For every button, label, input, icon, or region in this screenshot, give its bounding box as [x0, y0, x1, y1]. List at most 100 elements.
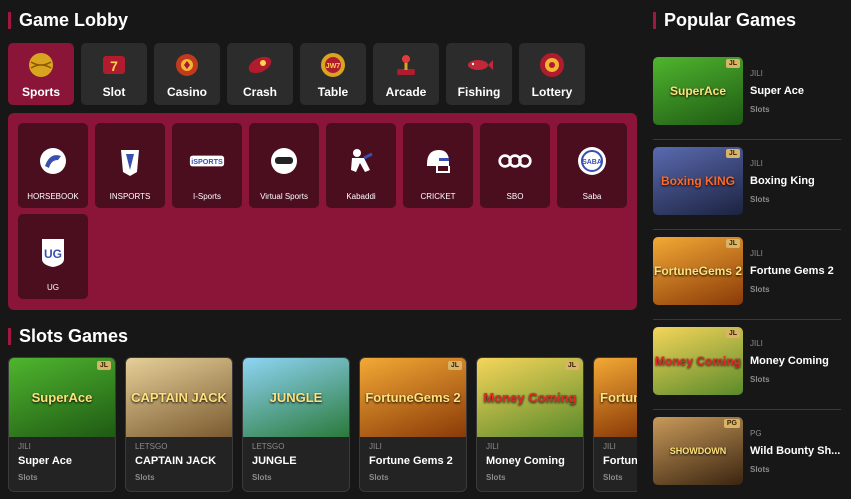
provider-isports[interactable]: iSPORTS I-Sports: [172, 123, 242, 208]
slot-game-card[interactable]: JL SuperAce JILI Super Ace Slots: [8, 357, 116, 492]
popular-games-title: Popular Games: [664, 10, 797, 30]
provider-virtual-sports[interactable]: Virtual Sports: [249, 123, 319, 208]
game-category: Slots: [750, 195, 770, 204]
tab-casino[interactable]: Casino: [154, 43, 220, 105]
provider-badge: JL: [725, 329, 740, 338]
popular-game-item[interactable]: JL FortuneGems 2 JILI Fortune Gems 2 Slo…: [653, 235, 841, 320]
provider-saba[interactable]: SABA Saba: [557, 123, 627, 208]
game-category: Slots: [369, 473, 389, 482]
game-thumbnail: Fortune: [594, 358, 637, 437]
tab-arcade[interactable]: Arcade: [373, 43, 439, 105]
game-art-title: SuperAce: [669, 84, 727, 98]
game-category: Slots: [486, 473, 506, 482]
slot-game-card[interactable]: CAPTAIN JACK LETSGO CAPTAIN JACK Slots: [125, 357, 233, 492]
game-category: Slots: [750, 105, 770, 114]
provider-label: HORSEBOOK: [27, 192, 79, 201]
provider-kabaddi[interactable]: Kabaddi: [326, 123, 396, 208]
provider-label: CRICKET: [420, 192, 456, 201]
svg-text:7: 7: [110, 58, 118, 74]
providers-panel: HORSEBOOK INSPORTS iSPORTS I-Sports Virt…: [8, 113, 637, 310]
game-art-title: Money Coming: [483, 390, 577, 405]
game-name: Money Coming: [486, 455, 565, 467]
slot-game-card[interactable]: JL FortuneGems 2 JILI Fortune Gems 2 Slo…: [359, 357, 467, 492]
provider-badge: JL: [725, 239, 740, 248]
game-provider: JILI: [18, 442, 31, 451]
tab-fishing[interactable]: Fishing: [446, 43, 512, 105]
game-art-title: JUNGLE: [269, 390, 323, 405]
tab-label: Table: [317, 85, 349, 99]
isports-logo-icon: iSPORTS: [189, 143, 225, 179]
table-chip-icon: JW7: [318, 50, 348, 80]
provider-badge: JL: [725, 59, 740, 68]
tab-label: Fishing: [457, 85, 501, 99]
game-category: Slots: [750, 465, 770, 474]
svg-text:iSPORTS: iSPORTS: [191, 157, 223, 166]
game-provider: LETSGO: [252, 442, 285, 451]
slot-game-card[interactable]: JUNGLE LETSGO JUNGLE Slots: [242, 357, 350, 492]
provider-label: Kabaddi: [346, 192, 376, 201]
game-thumbnail: JL Boxing KING: [653, 147, 743, 215]
provider-horsebook[interactable]: HORSEBOOK: [18, 123, 88, 208]
slots-games-title: Slots Games: [19, 326, 129, 346]
sports-ball-icon: [26, 50, 56, 80]
tab-slot[interactable]: 7 Slot: [81, 43, 147, 105]
slot-game-card[interactable]: Fortune JILI Fortune Gems Slots: [593, 357, 637, 492]
category-tabs: Sports 7 Slot Casino Crash JW7 Table Arc…: [8, 43, 585, 105]
provider-label: SBO: [506, 192, 524, 201]
tab-crash[interactable]: Crash: [227, 43, 293, 105]
crash-rocket-icon: [245, 50, 275, 80]
popular-game-item[interactable]: JL SuperAce JILI Super Ace Slots: [653, 55, 841, 140]
game-thumbnail: JL SuperAce: [653, 57, 743, 125]
provider-label: INSPORTS: [109, 192, 151, 201]
tab-table[interactable]: JW7 Table: [300, 43, 366, 105]
provider-label: I-Sports: [192, 192, 221, 201]
provider-label: UG: [47, 283, 59, 292]
game-category: Slots: [135, 473, 155, 482]
game-name: Money Coming: [750, 355, 829, 367]
game-provider: PG: [750, 429, 762, 438]
tab-lottery[interactable]: Lottery: [519, 43, 585, 105]
virtual-sports-logo-icon: [266, 143, 302, 179]
provider-cricket[interactable]: CRICKET: [403, 123, 473, 208]
game-thumbnail: CAPTAIN JACK: [126, 358, 232, 437]
popular-game-item[interactable]: PG SHOWDOWN PG Wild Bounty Sh... Slots: [653, 415, 841, 499]
popular-game-item[interactable]: JL Boxing KING JILI Boxing King Slots: [653, 145, 841, 230]
game-thumbnail: JL SuperAce: [9, 358, 115, 437]
game-lobby-heading: Game Lobby: [8, 10, 128, 31]
provider-label: Saba: [582, 192, 602, 201]
provider-badge: PG: [723, 419, 740, 428]
game-thumbnail: JL Money Coming: [653, 327, 743, 395]
slot-game-card[interactable]: JL Money Coming JILI Money Coming Slots: [476, 357, 584, 492]
tab-sports[interactable]: Sports: [8, 43, 74, 105]
heading-accent-bar: [653, 12, 656, 29]
heading-accent-bar: [8, 12, 11, 29]
horsebook-logo-icon: [35, 143, 71, 179]
game-thumbnail: JL Money Coming: [477, 358, 583, 437]
provider-badge: JL: [96, 361, 111, 370]
game-category: Slots: [603, 473, 623, 482]
game-thumbnail: JUNGLE: [243, 358, 349, 437]
provider-ug[interactable]: UG UG: [18, 214, 88, 299]
game-art-title: Boxing KING: [661, 174, 735, 188]
provider-badge: JL: [564, 361, 579, 370]
cricket-helmet-icon: [420, 143, 456, 179]
kabaddi-logo-icon: [343, 143, 379, 179]
lottery-ball-icon: [537, 50, 567, 80]
tab-label: Slot: [102, 85, 126, 99]
provider-insports[interactable]: INSPORTS: [95, 123, 165, 208]
arcade-joystick-icon: [391, 50, 421, 80]
game-name: JUNGLE: [252, 455, 297, 467]
insports-logo-icon: [112, 143, 148, 179]
game-name: Fortune Gems 2: [750, 265, 834, 277]
game-provider: JILI: [750, 69, 763, 78]
game-name: CAPTAIN JACK: [135, 455, 217, 467]
popular-game-item[interactable]: JL Money Coming JILI Money Coming Slots: [653, 325, 841, 410]
game-name: Super Ace: [18, 455, 73, 467]
tab-label: Casino: [166, 85, 207, 99]
game-provider: JILI: [369, 442, 382, 451]
provider-sbo[interactable]: SBO: [480, 123, 550, 208]
tab-label: Sports: [21, 85, 60, 99]
tab-label: Arcade: [385, 85, 427, 99]
game-provider: JILI: [750, 249, 763, 258]
game-category: Slots: [750, 285, 770, 294]
